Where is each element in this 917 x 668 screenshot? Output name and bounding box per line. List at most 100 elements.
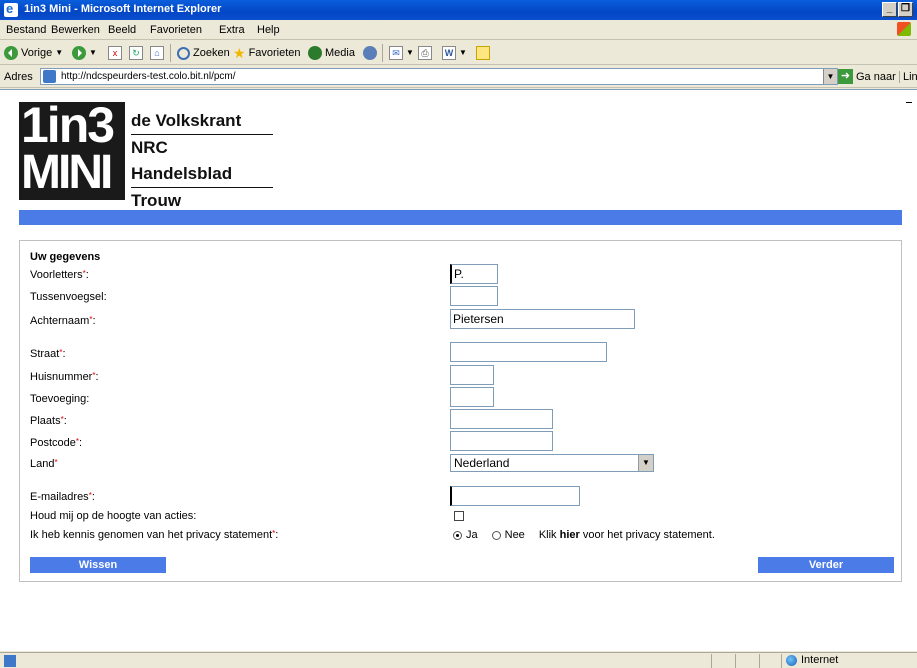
label-huisnummer: Huisnummer*: bbox=[30, 371, 99, 383]
chevron-down-icon: ▼ bbox=[459, 48, 467, 57]
refresh-icon: ↻ bbox=[129, 46, 143, 60]
page-status-icon bbox=[4, 655, 16, 667]
label-plaats: Plaats*: bbox=[30, 415, 67, 427]
stop-icon: x bbox=[108, 46, 122, 60]
ie-icon bbox=[4, 1, 18, 17]
privacy-no-label: Nee bbox=[504, 529, 525, 541]
huisnummer-input[interactable] bbox=[450, 365, 494, 385]
tussenvoegsel-input[interactable] bbox=[450, 286, 498, 306]
menu-bewerken[interactable]: Bewerken bbox=[51, 24, 100, 36]
menu-extra[interactable]: Extra bbox=[219, 24, 245, 36]
form-panel: Uw gegevens Voorletters*: P. Tussenvoegs… bbox=[19, 240, 902, 582]
label-privacy: Ik heb kennis genomen van het privacy st… bbox=[30, 529, 279, 541]
messenger-button[interactable] bbox=[476, 45, 490, 61]
windows-logo-icon bbox=[897, 22, 911, 36]
page-content: 1in3 MINI de Volkskrant NRC Handelsblad … bbox=[0, 89, 917, 651]
search-button[interactable]: Zoeken bbox=[177, 45, 230, 61]
go-arrow-icon: ➜ bbox=[838, 69, 853, 84]
home-button[interactable]: ⌂ bbox=[150, 45, 164, 61]
window-title: 1in3 Mini - Microsoft Internet Explorer bbox=[24, 3, 222, 15]
go-button[interactable]: ➜ Ga naar bbox=[838, 69, 896, 84]
page-icon bbox=[43, 70, 56, 83]
security-zone: Internet bbox=[786, 654, 838, 666]
straat-input[interactable] bbox=[450, 342, 607, 362]
land-select[interactable]: Nederland ▼ bbox=[450, 454, 654, 472]
restore-button[interactable]: ❐ bbox=[898, 2, 913, 17]
label-straat: Straat*: bbox=[30, 348, 66, 360]
menu-bar: Bestand Bewerken Beeld Favorieten Extra … bbox=[0, 20, 917, 40]
label-postcode: Postcode*: bbox=[30, 437, 83, 449]
form-heading: Uw gegevens bbox=[30, 251, 101, 263]
menu-help[interactable]: Help bbox=[257, 24, 280, 36]
voorletters-input[interactable]: P. bbox=[450, 264, 498, 284]
scrollbar[interactable] bbox=[901, 90, 917, 651]
privacy-note: Klik hier voor het privacy statement. bbox=[538, 529, 715, 541]
status-bar: Internet bbox=[0, 652, 917, 668]
label-achternaam: Achternaam*: bbox=[30, 315, 96, 327]
paper-volkskrant: de Volkskrant bbox=[131, 108, 273, 135]
label-newsletter: Houd mij op de hoogte van acties: bbox=[30, 510, 197, 522]
stop-button[interactable]: x bbox=[108, 45, 122, 61]
chevron-down-icon[interactable]: ▼ bbox=[823, 69, 837, 84]
logo-papers: de Volkskrant NRC Handelsblad Trouw bbox=[131, 108, 273, 214]
print-button[interactable]: ⎙ bbox=[418, 45, 432, 61]
address-label: Adres bbox=[4, 71, 33, 83]
privacy-yes-label: Ja bbox=[466, 529, 478, 541]
menu-bestand[interactable]: Bestand bbox=[6, 24, 46, 36]
reset-button[interactable]: Wissen bbox=[30, 557, 166, 573]
logo-line1: 1in3 bbox=[21, 97, 115, 153]
toevoeging-input[interactable] bbox=[450, 387, 494, 407]
plaats-input[interactable] bbox=[450, 409, 553, 429]
folder-icon bbox=[476, 46, 490, 60]
refresh-button[interactable]: ↻ bbox=[129, 45, 143, 61]
history-icon bbox=[363, 46, 377, 60]
label-email: E-mailadres*: bbox=[30, 491, 95, 503]
newsletter-checkbox[interactable] bbox=[454, 511, 464, 521]
mail-button[interactable]: ✉ ▼ bbox=[389, 45, 414, 61]
title-bar: 1in3 Mini - Microsoft Internet Explorer … bbox=[0, 0, 917, 20]
history-button[interactable] bbox=[363, 45, 377, 61]
paper-nrc: NRC Handelsblad bbox=[131, 135, 273, 188]
next-button[interactable]: Verder bbox=[758, 557, 894, 573]
forward-button[interactable]: ▼ bbox=[72, 45, 97, 61]
header-bar bbox=[19, 210, 902, 225]
media-icon bbox=[308, 46, 322, 60]
links-button[interactable]: Lin bbox=[899, 71, 917, 83]
menu-favorieten[interactable]: Favorieten bbox=[150, 24, 202, 36]
logo-line2: MINI bbox=[21, 146, 113, 199]
chevron-down-icon: ▼ bbox=[406, 48, 414, 57]
privacy-radio-group: Ja Nee Klik hier voor het privacy statem… bbox=[453, 529, 715, 541]
globe-icon bbox=[786, 654, 797, 666]
label-voorletters: Voorletters*: bbox=[30, 269, 89, 281]
privacy-no-radio[interactable] bbox=[491, 530, 501, 540]
label-tussenvoegsel: Tussenvoegsel: bbox=[30, 291, 107, 303]
email-input[interactable] bbox=[450, 486, 580, 506]
toolbar: Vorige ▼ ▼ x ↻ ⌂ Zoeken ★ Favorieten Med… bbox=[0, 41, 917, 65]
toolbar-separator bbox=[382, 44, 383, 62]
chevron-down-icon: ▼ bbox=[89, 48, 97, 57]
privacy-link[interactable]: hier bbox=[560, 529, 580, 541]
word-icon: W bbox=[442, 46, 456, 60]
word-button[interactable]: W ▼ bbox=[442, 45, 467, 61]
media-button[interactable]: Media bbox=[308, 45, 355, 61]
privacy-yes-radio[interactable] bbox=[453, 530, 462, 540]
home-icon: ⌂ bbox=[150, 46, 164, 60]
forward-arrow-icon bbox=[72, 46, 86, 60]
toolbar-separator bbox=[170, 44, 171, 62]
minimize-button[interactable]: _ bbox=[882, 2, 897, 17]
logo-mark: 1in3 MINI bbox=[19, 98, 125, 200]
achternaam-input[interactable]: Pietersen bbox=[450, 309, 635, 329]
required-mark: * bbox=[54, 458, 58, 467]
label-land: Land* bbox=[30, 458, 58, 470]
print-icon: ⎙ bbox=[418, 46, 432, 60]
chevron-down-icon: ▼ bbox=[638, 455, 653, 471]
favorites-button[interactable]: ★ Favorieten bbox=[233, 45, 301, 61]
back-button[interactable]: Vorige ▼ bbox=[4, 45, 63, 61]
back-arrow-icon bbox=[4, 46, 18, 60]
address-input[interactable]: http://ndcspeurders-test.colo.bit.nl/pcm… bbox=[40, 68, 838, 85]
postcode-input[interactable] bbox=[450, 431, 553, 451]
chevron-down-icon: ▼ bbox=[55, 48, 64, 57]
label-toevoeging: Toevoeging: bbox=[30, 393, 90, 405]
menu-beeld[interactable]: Beeld bbox=[108, 24, 136, 36]
search-icon bbox=[177, 46, 190, 60]
